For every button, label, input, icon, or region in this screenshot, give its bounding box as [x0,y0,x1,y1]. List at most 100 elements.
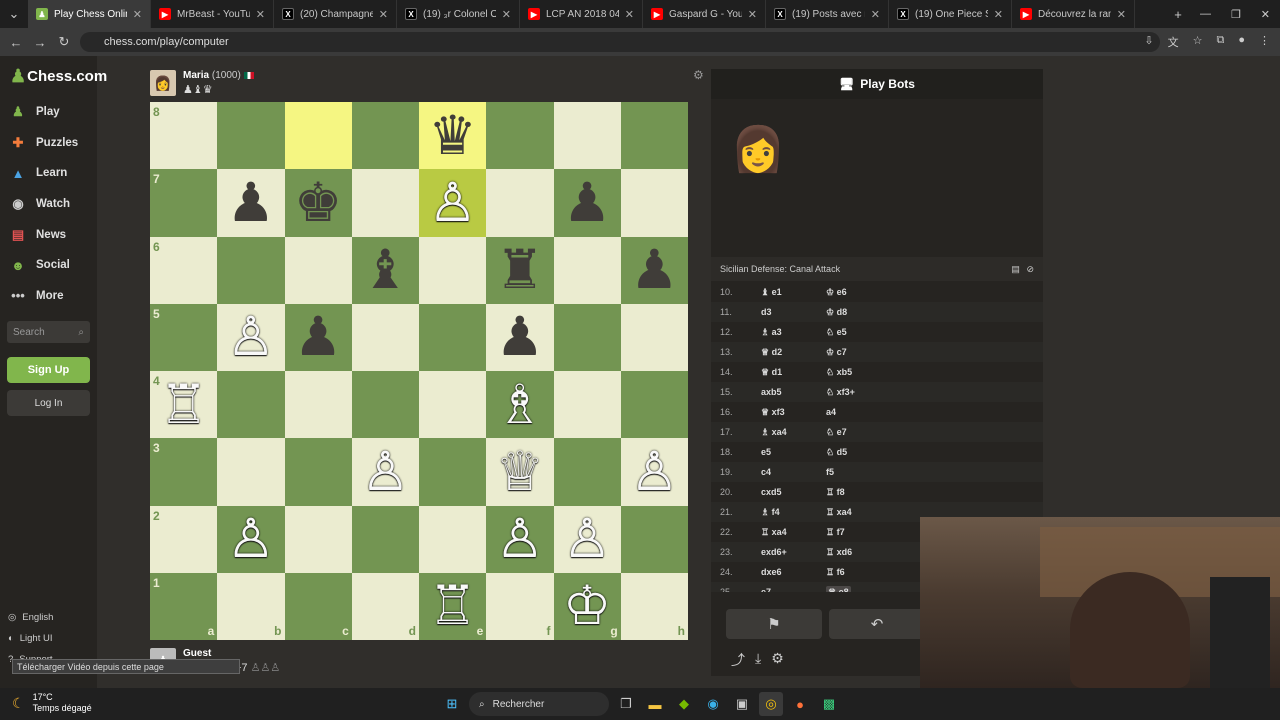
black-piece-e8[interactable]: ♛ [428,108,476,163]
square-c6[interactable] [284,236,352,304]
square-e8[interactable]: ♛ [419,102,487,170]
sidebar-item-puzzles[interactable]: ✚ Puzzles [0,128,97,159]
square-c1[interactable]: c [284,572,352,640]
square-d8[interactable] [351,102,419,170]
black-piece-b7[interactable]: ♟ [227,175,275,230]
tab-close-icon[interactable]: ✕ [871,8,880,21]
black-piece-g7[interactable]: ♟ [563,175,611,230]
explorer-icon[interactable]: ⊘ [1026,264,1034,274]
settings-icon[interactable]: ⚙ [771,650,784,670]
square-e6[interactable] [419,236,487,304]
white-move[interactable]: ♝ e1 [761,287,826,298]
black-piece-c7[interactable]: ♚ [294,175,342,230]
square-c8[interactable] [284,102,352,170]
tab-close-icon[interactable]: ✕ [256,8,265,21]
square-b7[interactable]: ♟ [217,169,285,237]
square-c2[interactable] [284,505,352,573]
taskbar-search[interactable]: ⌕ Rechercher [469,692,609,716]
square-h5[interactable] [620,303,688,371]
white-move[interactable]: ♗ a3 [761,327,826,338]
square-b3[interactable] [217,438,285,506]
maximize-icon[interactable]: ❐ [1231,8,1241,21]
white-piece-d3[interactable]: ♙ [361,444,409,499]
black-piece-f5[interactable]: ♟ [496,310,544,364]
file-explorer-icon[interactable]: ▬ [643,692,667,716]
white-move[interactable]: ♕ xf3 [761,407,826,418]
white-move[interactable]: d3 [761,307,826,317]
white-move[interactable]: c4 [761,467,826,477]
white-piece-e7[interactable]: ♙ [428,175,476,230]
square-h4[interactable] [620,371,688,439]
square-b6[interactable] [217,236,285,304]
search-input[interactable]: Search ⌕ [7,321,90,344]
white-move[interactable]: e5 [761,447,826,457]
black-piece-f6[interactable]: ♜ [496,243,544,297]
square-b4[interactable] [217,371,285,439]
square-e4[interactable] [419,371,487,439]
white-piece-a4[interactable]: ♖ [159,377,207,432]
white-piece-f2[interactable]: ♙ [496,512,544,566]
browser-tab[interactable]: X (19) One Piece Spoile ✕ [889,0,1012,28]
browser-tab[interactable]: ♟ Play Chess Online Ag ✕ [28,0,151,28]
square-h2[interactable] [620,505,688,573]
square-b2[interactable]: ♙ [217,505,285,573]
black-move[interactable]: ♖ xd6 [826,547,926,558]
black-move[interactable]: f5 [826,467,926,477]
tab-list-button[interactable]: ⌄ [0,6,28,22]
white-piece-f3[interactable]: ♕ [496,444,544,499]
browser-tab[interactable]: ▶ MrBeast - YouTube ✕ [151,0,274,28]
square-a4[interactable]: ♖ 4 [150,371,218,439]
white-piece-e1[interactable]: ♖ [428,579,476,633]
board-settings-icon[interactable]: ⚙ [693,68,704,82]
tab-close-icon[interactable]: ✕ [502,8,511,21]
log-in-button[interactable]: Log In [7,390,90,417]
square-a1[interactable]: 1a [150,572,218,640]
square-e3[interactable] [419,438,487,506]
store-icon[interactable]: ▣ [730,692,754,716]
white-piece-h3[interactable]: ♙ [630,444,678,499]
menu-icon[interactable]: ⋮ [1259,34,1270,50]
white-move[interactable]: ♖ xa4 [761,527,826,538]
square-d2[interactable] [351,505,419,573]
square-f3[interactable]: ♕ [486,438,554,506]
square-e5[interactable] [419,303,487,371]
extensions-icon[interactable]: ⧉ [1216,34,1224,50]
tab-close-icon[interactable]: ✕ [625,8,634,21]
square-a8[interactable]: 8 [150,102,218,170]
download-icon[interactable]: ⤓ [755,650,761,670]
browser-tab[interactable]: X (20) Champagne Jos ✕ [274,0,397,28]
black-move[interactable]: ♔ d8 [826,307,926,318]
forward-icon[interactable]: → [28,35,52,50]
sidebar-item-learn[interactable]: ▲ Learn [0,158,97,189]
square-h1[interactable]: h [620,572,688,640]
black-move[interactable]: ♖ f8 [826,487,926,498]
square-c7[interactable]: ♚ [284,169,352,237]
black-move[interactable]: ♘ e7 [826,427,926,438]
chrome-icon[interactable]: ◎ [759,692,783,716]
new-tab-button[interactable]: + [1166,7,1190,22]
browser-tab[interactable]: ▶ Gaspard G - YouTube ✕ [643,0,766,28]
url-field[interactable]: chess.com/play/computer [80,32,1160,52]
square-d7[interactable] [351,169,419,237]
square-f8[interactable] [486,102,554,170]
black-move[interactable]: ♖ xa4 [826,507,926,518]
white-move[interactable]: exd6+ [761,547,826,557]
back-icon[interactable]: ← [4,35,28,50]
square-g1[interactable]: ♔ g [553,572,621,640]
white-move[interactable]: ♗ f4 [761,507,826,518]
browser-tab[interactable]: ▶ LCP AN 2018 04 22 2 ✕ [520,0,643,28]
white-piece-b2[interactable]: ♙ [227,512,275,566]
nvidia-icon[interactable]: ◆ [672,692,696,716]
square-e2[interactable] [419,505,487,573]
square-d5[interactable] [351,303,419,371]
white-piece-g1[interactable]: ♔ [563,579,611,633]
white-piece-f4[interactable]: ♗ [496,377,544,432]
square-a7[interactable]: 7 [150,169,218,237]
tab-close-icon[interactable]: ✕ [379,8,388,21]
browser-tab[interactable]: X (19) Posts avec répon ✕ [766,0,889,28]
sidebar-item-social[interactable]: ☻ Social [0,250,97,281]
theme-toggle[interactable]: ◐ Light UI [8,633,53,644]
black-move[interactable]: ♖ f6 [826,567,926,578]
white-move[interactable]: e7 [761,587,826,592]
square-g2[interactable]: ♙ [553,505,621,573]
